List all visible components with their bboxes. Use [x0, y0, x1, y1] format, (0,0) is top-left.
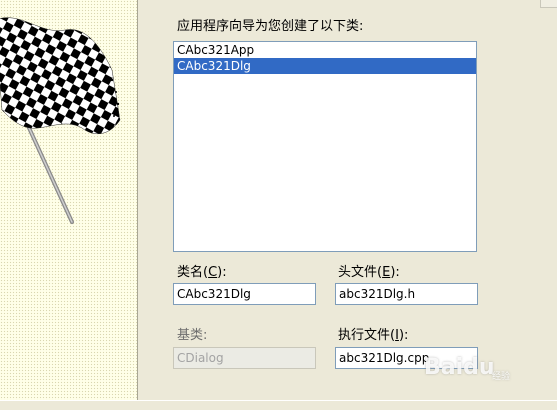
list-item-capp[interactable]: CAbc321App — [174, 42, 476, 58]
wizard-side-panel — [0, 0, 138, 400]
impl-file-label: 执行文件(I): — [338, 328, 409, 343]
header-file-field[interactable]: abc321Dlg.h — [335, 283, 478, 305]
base-class-label: 基类: — [177, 328, 208, 343]
header-file-label: 头文件(E): — [338, 265, 400, 280]
list-item-cdlg[interactable]: CAbc321Dlg — [174, 58, 476, 74]
baidu-watermark: Baidu 经验 — [424, 355, 511, 382]
checkered-flag-icon — [0, 17, 121, 224]
class-name-label: 类名(C): — [177, 265, 227, 280]
base-class-field: CDialog — [173, 347, 316, 369]
classes-prompt: 应用程序向导为您创建了以下类: — [177, 19, 364, 34]
window-corner-button[interactable] — [540, 0, 557, 8]
class-listbox[interactable]: CAbc321App CAbc321Dlg — [173, 41, 477, 252]
class-name-field[interactable]: CAbc321Dlg — [173, 283, 316, 305]
